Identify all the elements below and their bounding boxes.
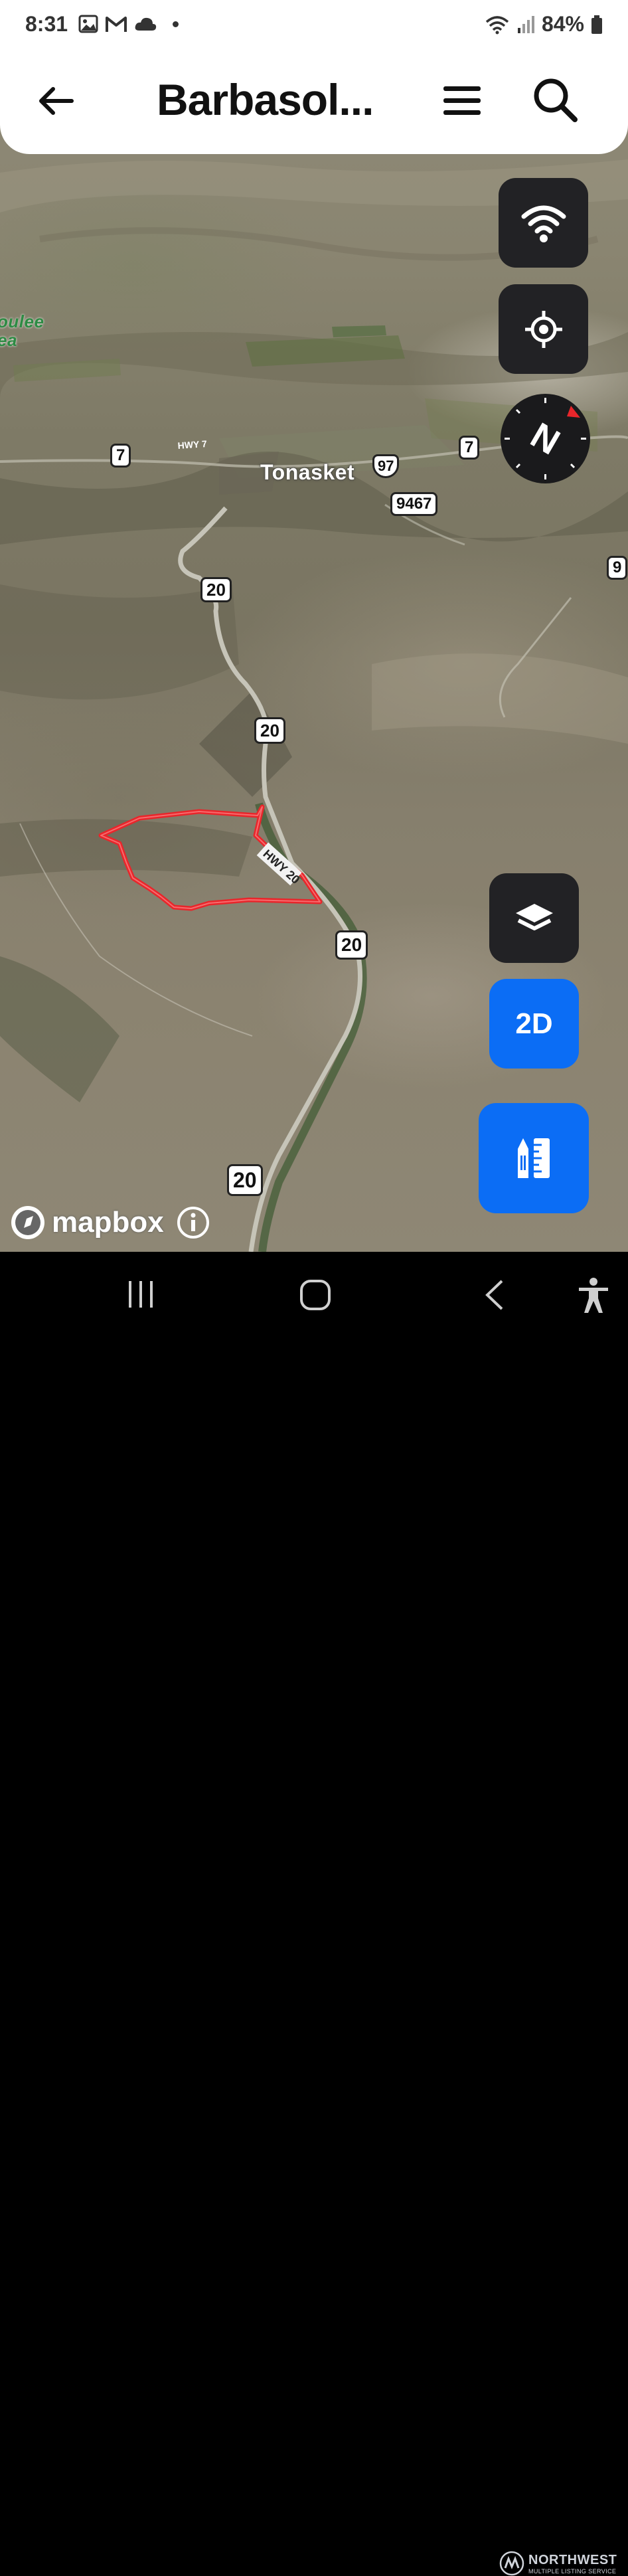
search-icon[interactable]: [531, 76, 579, 124]
map-layers-button[interactable]: [489, 873, 579, 963]
wifi-status-icon: [485, 15, 509, 34]
offline-wifi-button[interactable]: [499, 178, 588, 268]
measure-tool-button[interactable]: [479, 1103, 589, 1213]
crosshair-locate-icon: [524, 310, 562, 348]
nwmls-watermark: NORTHWEST MULTIPLE LISTING SERVICE: [499, 2551, 617, 2576]
hwy7-road-label: HWY 7: [177, 438, 207, 451]
gallery-notification-icon: [78, 15, 98, 33]
nwmls-logo-icon: [499, 2551, 524, 2576]
hamburger-menu-icon[interactable]: [441, 80, 483, 122]
layers-icon: [515, 903, 553, 930]
hwy20-shield-4: 20: [227, 1164, 263, 1196]
accessibility-icon[interactable]: [576, 1277, 611, 1314]
hwy7-shield-right: 7: [459, 436, 480, 460]
status-bar: 8:31 84%: [0, 0, 628, 54]
compass-icon: N: [505, 398, 586, 479]
nav-home-icon[interactable]: [299, 1278, 332, 1312]
more-notifications-dot: [173, 21, 179, 27]
watermark-subtitle: MULTIPLE LISTING SERVICE: [528, 2567, 617, 2575]
mapbox-wordmark: mapbox: [52, 1206, 164, 1239]
signal-strength-icon: [517, 15, 534, 33]
hwy7-shield-left: 7: [110, 444, 131, 468]
mapbox-logo-icon: [11, 1206, 44, 1239]
gmail-notification-icon: [106, 17, 127, 32]
info-icon[interactable]: [176, 1205, 210, 1240]
battery-icon: [591, 15, 602, 34]
place-label-tonasket: Tonasket: [260, 460, 355, 484]
my-location-button[interactable]: [499, 284, 588, 374]
watermark-brand: NORTHWEST: [528, 2552, 617, 2567]
ruler-pencil-icon: [518, 1138, 550, 1178]
hwy20-shield-2: 20: [254, 717, 285, 744]
partial-place-label: oulee ea: [0, 311, 44, 350]
hwy20-shield-1: 20: [200, 577, 232, 602]
satellite-map[interactable]: HWY 20 HWY 7 oulee ea Tonasket 7 7 97 94…: [0, 0, 628, 1252]
svg-text:N: N: [524, 415, 566, 462]
nav-back-icon[interactable]: [482, 1278, 506, 1312]
route-edge-shield: 9: [607, 556, 628, 580]
app-header: Barbasol...: [0, 54, 628, 154]
back-arrow-icon[interactable]: [36, 81, 76, 121]
page-title: Barbasol...: [157, 75, 374, 124]
2d-toggle-button[interactable]: 2D: [489, 979, 579, 1069]
nav-recents-icon[interactable]: [125, 1278, 157, 1310]
hwy20-shield-3: 20: [335, 930, 368, 960]
route-9467-shield: 9467: [390, 492, 438, 516]
cloud-notification-icon: [135, 17, 157, 31]
system-navigation-bar: NORTHWEST MULTIPLE LISTING SERVICE: [0, 1252, 628, 2576]
mapbox-attribution[interactable]: mapbox: [9, 1204, 210, 1241]
compass-button[interactable]: N: [501, 394, 590, 483]
wifi-icon: [521, 205, 566, 242]
status-time: 8:31: [25, 12, 68, 36]
battery-percentage: 84%: [541, 12, 584, 36]
